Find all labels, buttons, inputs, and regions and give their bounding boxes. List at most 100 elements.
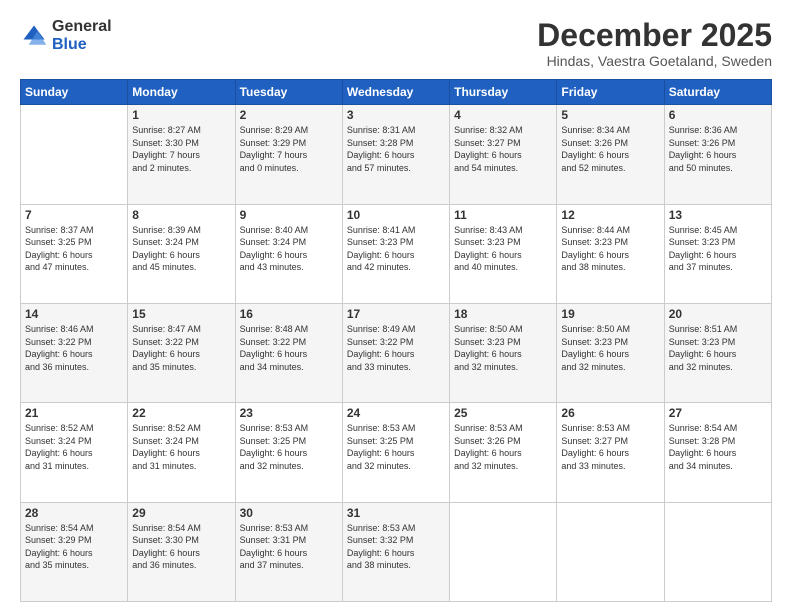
day-info: Sunrise: 8:50 AM Sunset: 3:23 PM Dayligh… bbox=[454, 323, 552, 373]
day-number: 11 bbox=[454, 208, 552, 222]
day-number: 27 bbox=[669, 406, 767, 420]
calendar-cell: 26 Sunrise: 8:53 AM Sunset: 3:27 PM Dayli… bbox=[557, 403, 664, 502]
calendar-cell: 8Sunrise: 8:39 AM Sunset: 3:24 PM Daylig… bbox=[128, 204, 235, 303]
calendar-week-row: 28 Sunrise: 8:54 AM Sunset: 3:29 PM Dayli… bbox=[21, 502, 772, 601]
calendar-cell: 23 Sunrise: 8:53 AM Sunset: 3:25 PM Dayli… bbox=[235, 403, 342, 502]
day-number: 6 bbox=[669, 108, 767, 122]
day-number: 31 bbox=[347, 506, 445, 520]
calendar-cell: 12Sunrise: 8:44 AM Sunset: 3:23 PM Dayli… bbox=[557, 204, 664, 303]
day-number: 26 bbox=[561, 406, 659, 420]
location-subtitle: Hindas, Vaestra Goetaland, Sweden bbox=[537, 53, 772, 69]
calendar-cell: 14 Sunrise: 8:46 AM Sunset: 3:22 PM Dayli… bbox=[21, 303, 128, 402]
day-number: 1 bbox=[132, 108, 230, 122]
day-info: Sunrise: 8:41 AM Sunset: 3:23 PM Dayligh… bbox=[347, 224, 445, 274]
calendar-cell: 22Sunrise: 8:52 AM Sunset: 3:24 PM Dayli… bbox=[128, 403, 235, 502]
day-info: Sunrise: 8:53 AM Sunset: 3:25 PM Dayligh… bbox=[240, 422, 338, 472]
calendar-cell: 9 Sunrise: 8:40 AM Sunset: 3:24 PM Daylig… bbox=[235, 204, 342, 303]
day-info: Sunrise: 8:36 AM Sunset: 3:26 PM Dayligh… bbox=[669, 124, 767, 174]
calendar-cell: 20 Sunrise: 8:51 AM Sunset: 3:23 PM Dayli… bbox=[664, 303, 771, 402]
calendar-cell: 27 Sunrise: 8:54 AM Sunset: 3:28 PM Dayli… bbox=[664, 403, 771, 502]
day-number: 18 bbox=[454, 307, 552, 321]
day-number: 2 bbox=[240, 108, 338, 122]
month-title: December 2025 bbox=[537, 18, 772, 53]
calendar-header-monday: Monday bbox=[128, 80, 235, 105]
day-number: 14 bbox=[25, 307, 123, 321]
calendar-cell: 29Sunrise: 8:54 AM Sunset: 3:30 PM Dayli… bbox=[128, 502, 235, 601]
calendar-header-sunday: Sunday bbox=[21, 80, 128, 105]
day-info: Sunrise: 8:48 AM Sunset: 3:22 PM Dayligh… bbox=[240, 323, 338, 373]
calendar-cell: 15Sunrise: 8:47 AM Sunset: 3:22 PM Dayli… bbox=[128, 303, 235, 402]
calendar-cell: 3 Sunrise: 8:31 AM Sunset: 3:28 PM Daylig… bbox=[342, 105, 449, 204]
day-info: Sunrise: 8:44 AM Sunset: 3:23 PM Dayligh… bbox=[561, 224, 659, 274]
day-info: Sunrise: 8:53 AM Sunset: 3:31 PM Dayligh… bbox=[240, 522, 338, 572]
day-info: Sunrise: 8:43 AM Sunset: 3:23 PM Dayligh… bbox=[454, 224, 552, 274]
calendar-cell: 31 Sunrise: 8:53 AM Sunset: 3:32 PM Dayli… bbox=[342, 502, 449, 601]
day-number: 23 bbox=[240, 406, 338, 420]
day-info: Sunrise: 8:51 AM Sunset: 3:23 PM Dayligh… bbox=[669, 323, 767, 373]
day-info: Sunrise: 8:49 AM Sunset: 3:22 PM Dayligh… bbox=[347, 323, 445, 373]
day-info: Sunrise: 8:52 AM Sunset: 3:24 PM Dayligh… bbox=[25, 422, 123, 472]
calendar-cell: 7Sunrise: 8:37 AM Sunset: 3:25 PM Daylig… bbox=[21, 204, 128, 303]
calendar-cell: 2 Sunrise: 8:29 AM Sunset: 3:29 PM Daylig… bbox=[235, 105, 342, 204]
calendar-cell: 6 Sunrise: 8:36 AM Sunset: 3:26 PM Daylig… bbox=[664, 105, 771, 204]
calendar-cell: 18 Sunrise: 8:50 AM Sunset: 3:23 PM Dayli… bbox=[450, 303, 557, 402]
day-number: 3 bbox=[347, 108, 445, 122]
day-number: 10 bbox=[347, 208, 445, 222]
page: General Blue December 2025 Hindas, Vaest… bbox=[0, 0, 792, 612]
day-info: Sunrise: 8:53 AM Sunset: 3:26 PM Dayligh… bbox=[454, 422, 552, 472]
day-info: Sunrise: 8:53 AM Sunset: 3:32 PM Dayligh… bbox=[347, 522, 445, 572]
calendar-cell bbox=[21, 105, 128, 204]
calendar-cell bbox=[664, 502, 771, 601]
calendar-cell: 16Sunrise: 8:48 AM Sunset: 3:22 PM Dayli… bbox=[235, 303, 342, 402]
calendar-week-row: 1 Sunrise: 8:27 AM Sunset: 3:30 PM Daylig… bbox=[21, 105, 772, 204]
day-info: Sunrise: 8:40 AM Sunset: 3:24 PM Dayligh… bbox=[240, 224, 338, 274]
logo-general: General bbox=[52, 18, 112, 36]
day-number: 13 bbox=[669, 208, 767, 222]
calendar-table: SundayMondayTuesdayWednesdayThursdayFrid… bbox=[20, 79, 772, 602]
day-info: Sunrise: 8:54 AM Sunset: 3:28 PM Dayligh… bbox=[669, 422, 767, 472]
day-info: Sunrise: 8:37 AM Sunset: 3:25 PM Dayligh… bbox=[25, 224, 123, 274]
day-number: 9 bbox=[240, 208, 338, 222]
day-info: Sunrise: 8:54 AM Sunset: 3:30 PM Dayligh… bbox=[132, 522, 230, 572]
day-number: 19 bbox=[561, 307, 659, 321]
day-number: 24 bbox=[347, 406, 445, 420]
calendar-header-tuesday: Tuesday bbox=[235, 80, 342, 105]
calendar-cell: 1 Sunrise: 8:27 AM Sunset: 3:30 PM Daylig… bbox=[128, 105, 235, 204]
day-info: Sunrise: 8:46 AM Sunset: 3:22 PM Dayligh… bbox=[25, 323, 123, 373]
day-info: Sunrise: 8:47 AM Sunset: 3:22 PM Dayligh… bbox=[132, 323, 230, 373]
calendar-cell: 13Sunrise: 8:45 AM Sunset: 3:23 PM Dayli… bbox=[664, 204, 771, 303]
day-info: Sunrise: 8:32 AM Sunset: 3:27 PM Dayligh… bbox=[454, 124, 552, 174]
calendar-week-row: 21Sunrise: 8:52 AM Sunset: 3:24 PM Dayli… bbox=[21, 403, 772, 502]
logo-blue: Blue bbox=[52, 36, 112, 54]
calendar-cell: 5Sunrise: 8:34 AM Sunset: 3:26 PM Daylig… bbox=[557, 105, 664, 204]
calendar-cell: 25Sunrise: 8:53 AM Sunset: 3:26 PM Dayli… bbox=[450, 403, 557, 502]
calendar-week-row: 14 Sunrise: 8:46 AM Sunset: 3:22 PM Dayli… bbox=[21, 303, 772, 402]
calendar-week-row: 7Sunrise: 8:37 AM Sunset: 3:25 PM Daylig… bbox=[21, 204, 772, 303]
logo: General Blue bbox=[20, 18, 112, 53]
calendar-header-saturday: Saturday bbox=[664, 80, 771, 105]
calendar-cell: 17Sunrise: 8:49 AM Sunset: 3:22 PM Dayli… bbox=[342, 303, 449, 402]
calendar-header-wednesday: Wednesday bbox=[342, 80, 449, 105]
day-number: 20 bbox=[669, 307, 767, 321]
calendar-cell: 30 Sunrise: 8:53 AM Sunset: 3:31 PM Dayli… bbox=[235, 502, 342, 601]
calendar-header-row: SundayMondayTuesdayWednesdayThursdayFrid… bbox=[21, 80, 772, 105]
day-info: Sunrise: 8:34 AM Sunset: 3:26 PM Dayligh… bbox=[561, 124, 659, 174]
calendar-cell: 19 Sunrise: 8:50 AM Sunset: 3:23 PM Dayli… bbox=[557, 303, 664, 402]
day-number: 30 bbox=[240, 506, 338, 520]
day-number: 4 bbox=[454, 108, 552, 122]
day-number: 28 bbox=[25, 506, 123, 520]
day-info: Sunrise: 8:27 AM Sunset: 3:30 PM Dayligh… bbox=[132, 124, 230, 174]
day-info: Sunrise: 8:31 AM Sunset: 3:28 PM Dayligh… bbox=[347, 124, 445, 174]
calendar-cell: 28 Sunrise: 8:54 AM Sunset: 3:29 PM Dayli… bbox=[21, 502, 128, 601]
calendar-cell: 24Sunrise: 8:53 AM Sunset: 3:25 PM Dayli… bbox=[342, 403, 449, 502]
day-info: Sunrise: 8:54 AM Sunset: 3:29 PM Dayligh… bbox=[25, 522, 123, 572]
day-number: 22 bbox=[132, 406, 230, 420]
day-info: Sunrise: 8:53 AM Sunset: 3:27 PM Dayligh… bbox=[561, 422, 659, 472]
day-info: Sunrise: 8:29 AM Sunset: 3:29 PM Dayligh… bbox=[240, 124, 338, 174]
calendar-cell bbox=[450, 502, 557, 601]
calendar-header-thursday: Thursday bbox=[450, 80, 557, 105]
day-info: Sunrise: 8:39 AM Sunset: 3:24 PM Dayligh… bbox=[132, 224, 230, 274]
calendar-cell: 4 Sunrise: 8:32 AM Sunset: 3:27 PM Daylig… bbox=[450, 105, 557, 204]
calendar-cell: 21Sunrise: 8:52 AM Sunset: 3:24 PM Dayli… bbox=[21, 403, 128, 502]
day-info: Sunrise: 8:50 AM Sunset: 3:23 PM Dayligh… bbox=[561, 323, 659, 373]
